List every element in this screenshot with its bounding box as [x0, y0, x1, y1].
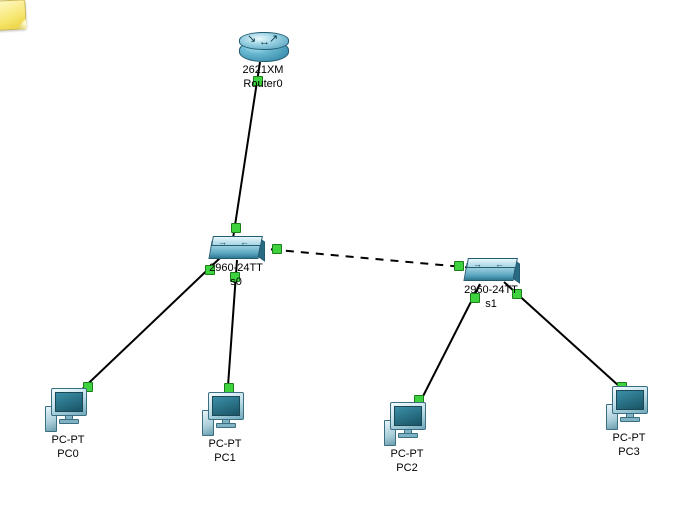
- device-hostname-label: s1: [458, 298, 524, 310]
- device-pc2[interactable]: PC-PT PC2: [381, 402, 433, 474]
- pc-icon: [45, 388, 91, 432]
- device-hostname-label: PC0: [42, 448, 94, 460]
- switch-icon: → ←: [465, 258, 517, 282]
- device-model-label: PC-PT: [42, 434, 94, 446]
- sticky-note-icon[interactable]: [0, 0, 27, 31]
- device-switch1[interactable]: → ← 2960-24TT s1: [458, 258, 524, 310]
- pc-icon: [384, 402, 430, 446]
- device-pc3[interactable]: PC-PT PC3: [603, 386, 655, 458]
- device-router0[interactable]: ↘ ↗ ↔ 2621XM Router0: [236, 32, 290, 90]
- device-model-label: PC-PT: [381, 448, 433, 460]
- device-hostname-label: s0: [203, 276, 269, 288]
- device-model-label: 2960-24TT: [458, 284, 524, 296]
- device-hostname-label: PC2: [381, 462, 433, 474]
- link-status-light: [272, 244, 282, 254]
- link-status-light: [231, 223, 241, 233]
- device-switch0[interactable]: → ← 2960-24TT s0: [203, 236, 269, 288]
- device-pc0[interactable]: PC-PT PC0: [42, 388, 94, 460]
- switch-icon: → ←: [210, 236, 262, 260]
- device-hostname-label: Router0: [236, 78, 290, 90]
- link-layer: [0, 0, 692, 507]
- pc-icon: [606, 386, 652, 430]
- device-pc1[interactable]: PC-PT PC1: [199, 392, 251, 464]
- topology-canvas[interactable]: ↘ ↗ ↔ 2621XM Router0 → ← 2960-24TT s0 → …: [0, 0, 692, 507]
- device-hostname-label: PC3: [603, 446, 655, 458]
- device-model-label: PC-PT: [199, 438, 251, 450]
- device-hostname-label: PC1: [199, 452, 251, 464]
- router-icon: ↘ ↗ ↔: [239, 32, 287, 62]
- device-model-label: 2621XM: [236, 64, 290, 76]
- pc-icon: [202, 392, 248, 436]
- device-model-label: PC-PT: [603, 432, 655, 444]
- device-model-label: 2960-24TT: [203, 262, 269, 274]
